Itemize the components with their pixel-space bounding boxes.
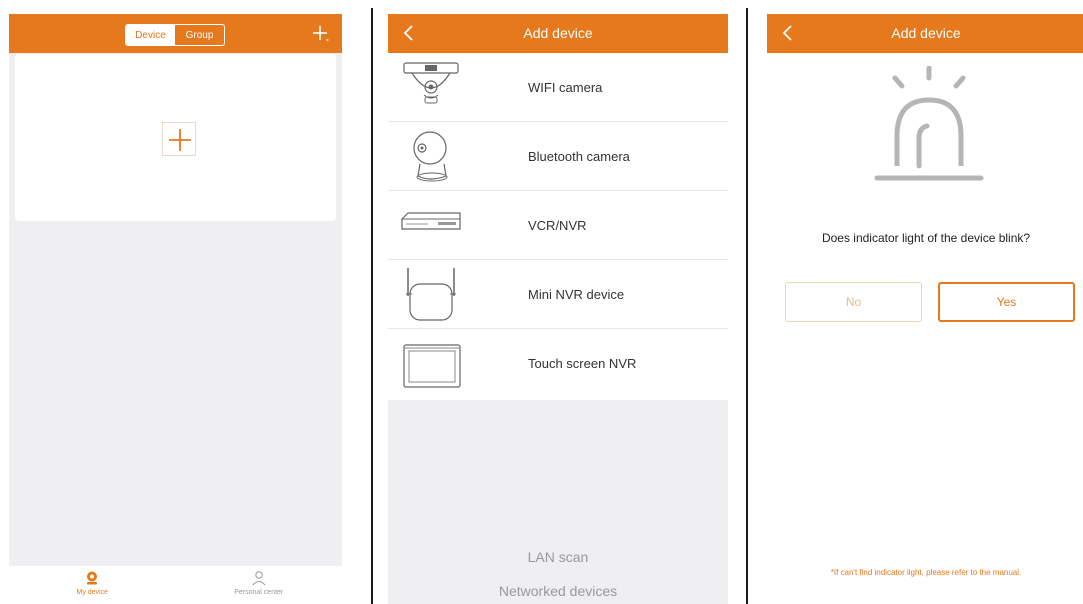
navbar: Device Group (9, 14, 342, 53)
touch-screen-nvr-icon (403, 344, 461, 388)
person-icon (252, 571, 266, 586)
plus-icon (169, 129, 191, 151)
stage: Device Group My device Personal center A… (0, 0, 1083, 604)
device-type-list: WIFI camera Bluetooth camera VCR/NVR Min… (388, 53, 728, 400)
tab-my-device[interactable]: My device (9, 566, 176, 604)
screen-divider (746, 8, 748, 604)
networked-devices-link[interactable]: Networked devices (388, 583, 728, 599)
alarm-light-icon (874, 66, 984, 181)
group-segment-button[interactable]: Group (175, 25, 224, 45)
blink-question-text: Does indicator light of the device blink… (821, 231, 1031, 245)
device-segment-button[interactable]: Device (126, 25, 175, 45)
navbar: Add device (388, 14, 728, 53)
add-device-card (15, 54, 336, 221)
yes-button[interactable]: Yes (938, 282, 1075, 322)
indicator-light-screen: Add device Does indicator light of the d… (767, 14, 1083, 604)
page-title: Add device (523, 25, 593, 41)
camera-icon (87, 571, 98, 585)
list-item-mini-nvr[interactable]: Mini NVR device (388, 260, 728, 329)
manual-hint-text: *If can't find indicator light, please r… (830, 568, 1022, 577)
device-type-label: Bluetooth camera (528, 149, 630, 164)
mini-nvr-icon (406, 268, 456, 321)
list-item-wifi-camera[interactable]: WIFI camera (388, 53, 728, 122)
list-item-bluetooth-camera[interactable]: Bluetooth camera (388, 122, 728, 191)
tab-bar: My device Personal center (9, 566, 342, 604)
navbar: Add device (767, 14, 1083, 53)
device-type-label: Mini NVR device (528, 287, 625, 302)
tab-personal-center[interactable]: Personal center (176, 566, 343, 604)
add-device-button[interactable] (162, 122, 196, 156)
bluetooth-camera-icon (413, 131, 448, 182)
add-plus-icon[interactable] (310, 23, 330, 43)
list-item-vcr-nvr[interactable]: VCR/NVR (388, 191, 728, 260)
list-item-touch-screen-nvr[interactable]: Touch screen NVR (388, 329, 728, 400)
wifi-camera-icon (403, 62, 459, 104)
screen-divider (371, 8, 373, 604)
tab-label: Personal center (234, 589, 284, 596)
lan-scan-link[interactable]: LAN scan (388, 549, 728, 565)
tab-label: My device (76, 589, 108, 596)
page-title: Add device (891, 25, 961, 41)
no-button[interactable]: No (785, 282, 922, 322)
device-type-label: Touch screen NVR (528, 356, 637, 371)
my-device-screen: Device Group My device Personal center (9, 14, 342, 604)
add-device-list-screen: Add device WIFI camera Bluetooth camera … (388, 14, 728, 604)
nvr-box-icon (401, 212, 461, 230)
device-type-label: VCR/NVR (528, 218, 587, 233)
device-group-segmented-control: Device Group (125, 24, 225, 46)
device-type-label: WIFI camera (528, 80, 603, 95)
